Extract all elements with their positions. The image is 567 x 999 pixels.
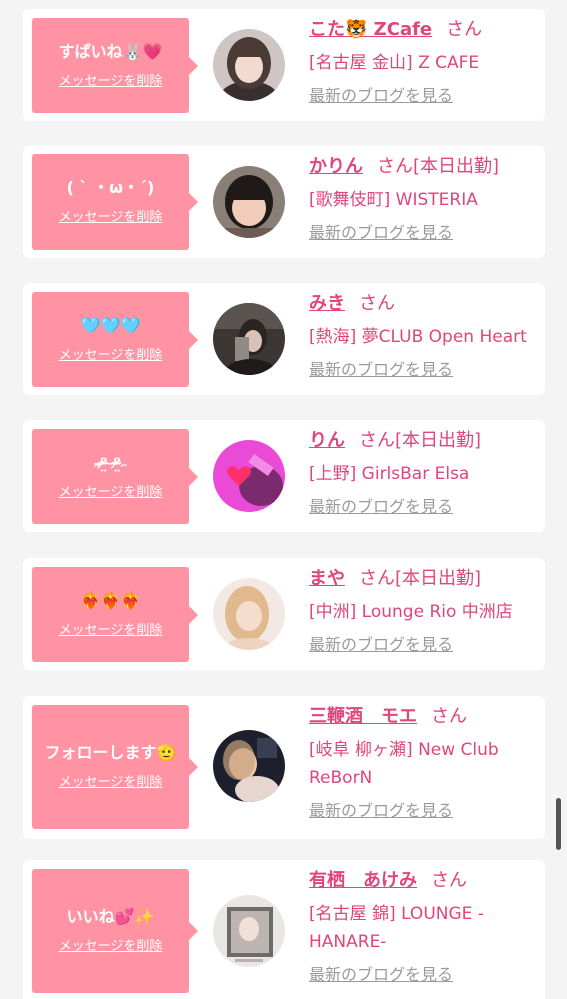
latest-blog-link[interactable]: 最新のブログを見る xyxy=(309,964,539,986)
profile-name-link[interactable]: かりん xyxy=(309,156,363,177)
profile-name-link[interactable]: 三鞭酒 モエ xyxy=(309,706,417,727)
shop-name: [名古屋 錦] LOUNGE - HANARE- xyxy=(309,904,484,952)
honorific: さん xyxy=(446,19,483,40)
profile-name-link[interactable]: まや xyxy=(309,568,345,589)
delete-message-link[interactable]: メッセージを削除 xyxy=(59,622,163,640)
avatar[interactable] xyxy=(213,166,285,238)
honorific: さん xyxy=(359,293,395,314)
delete-message-link[interactable]: メッセージを削除 xyxy=(59,347,163,365)
avatar[interactable] xyxy=(213,303,285,375)
status-badge: [本日出勤] xyxy=(395,568,482,589)
message-bubble: フォローします🫡 メッセージを削除 xyxy=(32,705,198,829)
message-text: いいね💕✨ xyxy=(66,907,155,926)
profile-info: みき さん [熱海] 夢CLUB Open Heart 最新のブログを見る xyxy=(309,291,539,381)
status-badge: [本日出勤] xyxy=(413,156,500,177)
message-bubble: ˶ᵒ̴̶̷̤ ᵒ̴̶̷̤˶ メッセージを削除 xyxy=(32,429,198,524)
delete-message-link[interactable]: メッセージを削除 xyxy=(59,774,163,792)
message-bubble: すぱいね🐰💗 メッセージを削除 xyxy=(32,18,198,113)
message-text: ( ˋ ・ω・ˊ) xyxy=(66,178,155,197)
honorific: さん xyxy=(431,706,467,727)
delete-message-link[interactable]: メッセージを削除 xyxy=(59,938,163,956)
message-card: いいね💕✨ メッセージを削除 有栖 あけみ さん [名古屋 錦] LOUNGE -… xyxy=(23,860,545,999)
shop-name: [岐阜 柳ヶ瀬] New Club ReBorN xyxy=(309,740,499,788)
avatar[interactable] xyxy=(213,730,285,802)
scrollbar[interactable] xyxy=(556,798,561,850)
profile-info: 有栖 あけみ さん [名古屋 錦] LOUNGE - HANARE- 最新のブログ… xyxy=(309,868,539,986)
shop-name: [中洲] Lounge Rio 中洲店 xyxy=(309,602,513,622)
latest-blog-link[interactable]: 最新のブログを見る xyxy=(309,85,539,107)
latest-blog-link[interactable]: 最新のブログを見る xyxy=(309,359,539,381)
profile-info: こた🐯 ZCafe さん [名古屋 金山] Z CAFE 最新のブログを見る xyxy=(309,17,539,107)
shop-name: [上野] GirlsBar Elsa xyxy=(309,464,470,484)
message-bubble: ( ˋ ・ω・ˊ) メッセージを削除 xyxy=(32,154,198,250)
avatar[interactable] xyxy=(213,440,285,512)
profile-info: 三鞭酒 モエ さん [岐阜 柳ヶ瀬] New Club ReBorN 最新のブログ… xyxy=(309,704,539,822)
message-text: ˶ᵒ̴̶̷̤ ᵒ̴̶̷̤˶ xyxy=(94,452,127,472)
profile-info: りん さん[本日出勤] [上野] GirlsBar Elsa 最新のブログを見る xyxy=(309,428,539,518)
shop-name: [熱海] 夢CLUB Open Heart xyxy=(309,327,527,347)
shop-name: [名古屋 金山] Z CAFE xyxy=(309,53,480,73)
status-badge: [本日出勤] xyxy=(395,430,482,451)
message-bubble: 🩵🩵🩵 メッセージを削除 xyxy=(32,292,198,387)
message-card: ❤️‍🔥❤️‍🔥❤️‍🔥 メッセージを削除 まや さん[本日出勤] [中洲] Lo… xyxy=(23,558,545,670)
message-text: すぱいね🐰💗 xyxy=(58,41,163,61)
latest-blog-link[interactable]: 最新のブログを見る xyxy=(309,496,539,518)
message-card: フォローします🫡 メッセージを削除 三鞭酒 モエ さん [岐阜 柳ヶ瀬] New … xyxy=(23,696,545,839)
honorific: さん xyxy=(359,430,395,451)
delete-message-link[interactable]: メッセージを削除 xyxy=(59,484,163,502)
shop-name: [歌舞伎町] WISTERIA xyxy=(309,190,478,210)
profile-info: まや さん[本日出勤] [中洲] Lounge Rio 中洲店 最新のブログを見る xyxy=(309,566,539,656)
profile-name-link[interactable]: みき xyxy=(309,293,345,314)
latest-blog-link[interactable]: 最新のブログを見る xyxy=(309,222,539,244)
message-card: すぱいね🐰💗 メッセージを削除 こた🐯 ZCafe さん [名古屋 金山] Z C… xyxy=(23,9,545,121)
avatar[interactable] xyxy=(213,29,285,101)
honorific: さん xyxy=(431,870,467,891)
message-bubble: ❤️‍🔥❤️‍🔥❤️‍🔥 メッセージを削除 xyxy=(32,567,198,662)
profile-name-link[interactable]: 有栖 あけみ xyxy=(309,870,417,891)
profile-info: かりん さん[本日出勤] [歌舞伎町] WISTERIA 最新のブログを見る xyxy=(309,154,539,244)
latest-blog-link[interactable]: 最新のブログを見る xyxy=(309,800,539,822)
message-card: 🩵🩵🩵 メッセージを削除 みき さん [熱海] 夢CLUB Open Heart … xyxy=(23,283,545,395)
profile-name-link[interactable]: りん xyxy=(309,430,345,451)
avatar[interactable] xyxy=(213,895,285,967)
latest-blog-link[interactable]: 最新のブログを見る xyxy=(309,634,539,656)
message-card: ( ˋ ・ω・ˊ) メッセージを削除 かりん さん[本日出勤] [歌舞伎町] WI… xyxy=(23,146,545,258)
delete-message-link[interactable]: メッセージを削除 xyxy=(59,209,163,227)
delete-message-link[interactable]: メッセージを削除 xyxy=(59,73,163,91)
message-list-page: すぱいね🐰💗 メッセージを削除 こた🐯 ZCafe さん [名古屋 金山] Z C… xyxy=(0,0,567,999)
honorific: さん xyxy=(377,156,413,177)
honorific: さん xyxy=(359,568,395,589)
message-text: フォローします🫡 xyxy=(44,743,177,762)
profile-name-link[interactable]: こた🐯 ZCafe xyxy=(309,19,432,40)
message-bubble: いいね💕✨ メッセージを削除 xyxy=(32,869,198,993)
message-text: ❤️‍🔥❤️‍🔥❤️‍🔥 xyxy=(80,590,141,610)
message-card: ˶ᵒ̴̶̷̤ ᵒ̴̶̷̤˶ メッセージを削除 りん さん[本日出勤] [上野] G… xyxy=(23,420,545,532)
message-text: 🩵🩵🩵 xyxy=(80,315,141,335)
avatar[interactable] xyxy=(213,578,285,650)
